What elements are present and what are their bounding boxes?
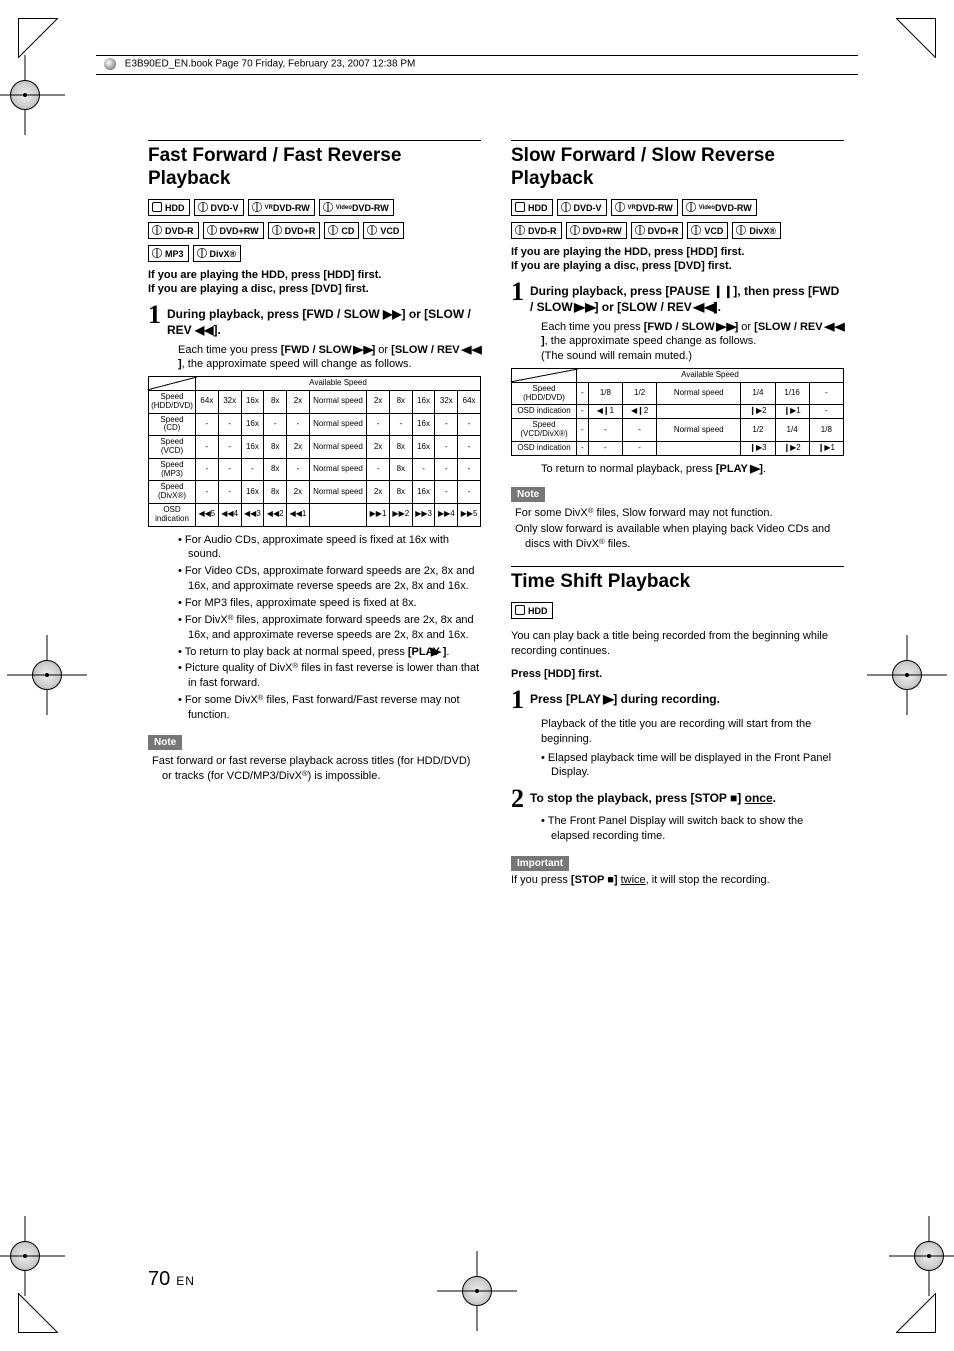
badge-dvd-pr-2: DVD+R	[631, 222, 684, 239]
ts-step2-bullet: The Front Panel Display will switch back…	[541, 814, 844, 844]
left-column: Fast Forward / Fast Reverse Playback HDD…	[148, 140, 481, 888]
ts-step1-bullet: Elapsed playback time will be displayed …	[541, 751, 844, 781]
timeshift-intro: You can play back a title being recorded…	[511, 629, 844, 659]
ffwd-title: Fast Forward / Fast Reverse Playback	[148, 145, 481, 191]
ts-step2-text: To stop the playback, press [STOP ■] onc…	[530, 786, 844, 806]
reg-mark-bl	[18, 1293, 58, 1333]
badge-vcd-2: VCD	[687, 222, 728, 239]
slow-intro: If you are playing the HDD, press [HDD] …	[511, 245, 844, 274]
reg-mark-tl	[18, 18, 58, 58]
header-file-info: E3B90ED_EN.book Page 70 Friday, February…	[125, 59, 416, 70]
badge-hdd: HDD	[148, 199, 190, 216]
badge-dvd-v: DVD-V	[194, 199, 244, 216]
header-bar: E3B90ED_EN.book Page 70 Friday, February…	[96, 55, 858, 75]
reg-cross-tl	[0, 60, 60, 130]
ts-step1-num: 1	[511, 687, 524, 713]
slow-note-body: For some DivX® files, Slow forward may n…	[511, 506, 844, 553]
header-bullet-icon	[104, 58, 116, 70]
badge-dvd-prw: DVD+RW	[203, 222, 264, 239]
ts-important-tag: Important	[511, 856, 569, 871]
ffwd-note-tag: Note	[148, 735, 182, 750]
ts-step1-sub: Playback of the title you are recording …	[541, 717, 844, 747]
ffwd-speed-table: Available Speed Speed (HDD/DVD) 64x32x16…	[148, 376, 481, 526]
badge-dvd-prw-2: DVD+RW	[566, 222, 627, 239]
slow-step1-num: 1	[511, 279, 524, 305]
ts-step2-num: 2	[511, 786, 524, 812]
reg-cross-ml	[12, 640, 82, 710]
badge-divx: DivX®	[193, 245, 242, 262]
ffwd-intro: If you are playing the HDD, press [HDD] …	[148, 268, 481, 297]
badge-hdd-3: HDD	[511, 602, 553, 619]
reg-cross-bl	[0, 1221, 60, 1291]
ffwd-badges: HDD DVD-V VRDVD-RW VideoDVD-RW	[148, 199, 481, 216]
slow-title: Slow Forward / Slow Reverse Playback	[511, 145, 844, 191]
ffwd-step1-num: 1	[148, 302, 161, 328]
right-column: Slow Forward / Slow Reverse Playback HDD…	[511, 140, 844, 888]
badge-dvd-rw-vr-2: VRDVD-RW	[611, 199, 678, 216]
badge-dvd-pr: DVD+R	[268, 222, 321, 239]
ts-important-body: If you press [STOP ■] twice, it will sto…	[511, 873, 844, 888]
badge-dvd-rw-vr: VRDVD-RW	[248, 199, 315, 216]
reg-mark-tr	[896, 18, 936, 58]
slow-step1-sub: Each time you press [FWD / SLOW ▶▶] or […	[541, 320, 844, 365]
badge-dvd-v-2: DVD-V	[557, 199, 607, 216]
badge-dvd-rw-video-2: VideoDVD-RW	[682, 199, 757, 216]
ffwd-note-body: Fast forward or fast reverse playback ac…	[148, 754, 481, 784]
badge-hdd-2: HDD	[511, 199, 553, 216]
timeshift-title: Time Shift Playback	[511, 571, 844, 594]
slow-speed-table: Available Speed Speed (HDD/DVD) -1/81/2N…	[511, 368, 844, 456]
badge-vcd: VCD	[363, 222, 404, 239]
reg-cross-bc	[442, 1256, 512, 1326]
badge-dvd-rw-video: VideoDVD-RW	[319, 199, 394, 216]
slow-return: To return to normal playback, press [PLA…	[541, 462, 844, 477]
slow-step1-text: During playback, press [PAUSE ❙❙], then …	[530, 279, 844, 315]
slow-note-tag: Note	[511, 487, 545, 502]
page-number: 70EN	[148, 1268, 195, 1291]
ffwd-step1-sub: Each time you press [FWD / SLOW ▶▶] or […	[178, 343, 481, 373]
timeshift-press-first: Press [HDD] first.	[511, 667, 844, 681]
badge-dvd-r-2: DVD-R	[511, 222, 562, 239]
badge-mp3: MP3	[148, 245, 189, 262]
ffwd-bullets: For Audio CDs, approximate speed is fixe…	[178, 533, 481, 723]
badge-dvd-r: DVD-R	[148, 222, 199, 239]
ffwd-step1-text: During playback, press [FWD / SLOW ▶▶] o…	[167, 302, 481, 338]
reg-cross-mr	[872, 640, 942, 710]
reg-mark-br	[896, 1293, 936, 1333]
badge-divx-2: DivX®	[732, 222, 781, 239]
badge-cd: CD	[324, 222, 359, 239]
reg-cross-br	[894, 1221, 954, 1291]
ts-step1-text: Press [PLAY ▶] during recording.	[530, 687, 844, 707]
